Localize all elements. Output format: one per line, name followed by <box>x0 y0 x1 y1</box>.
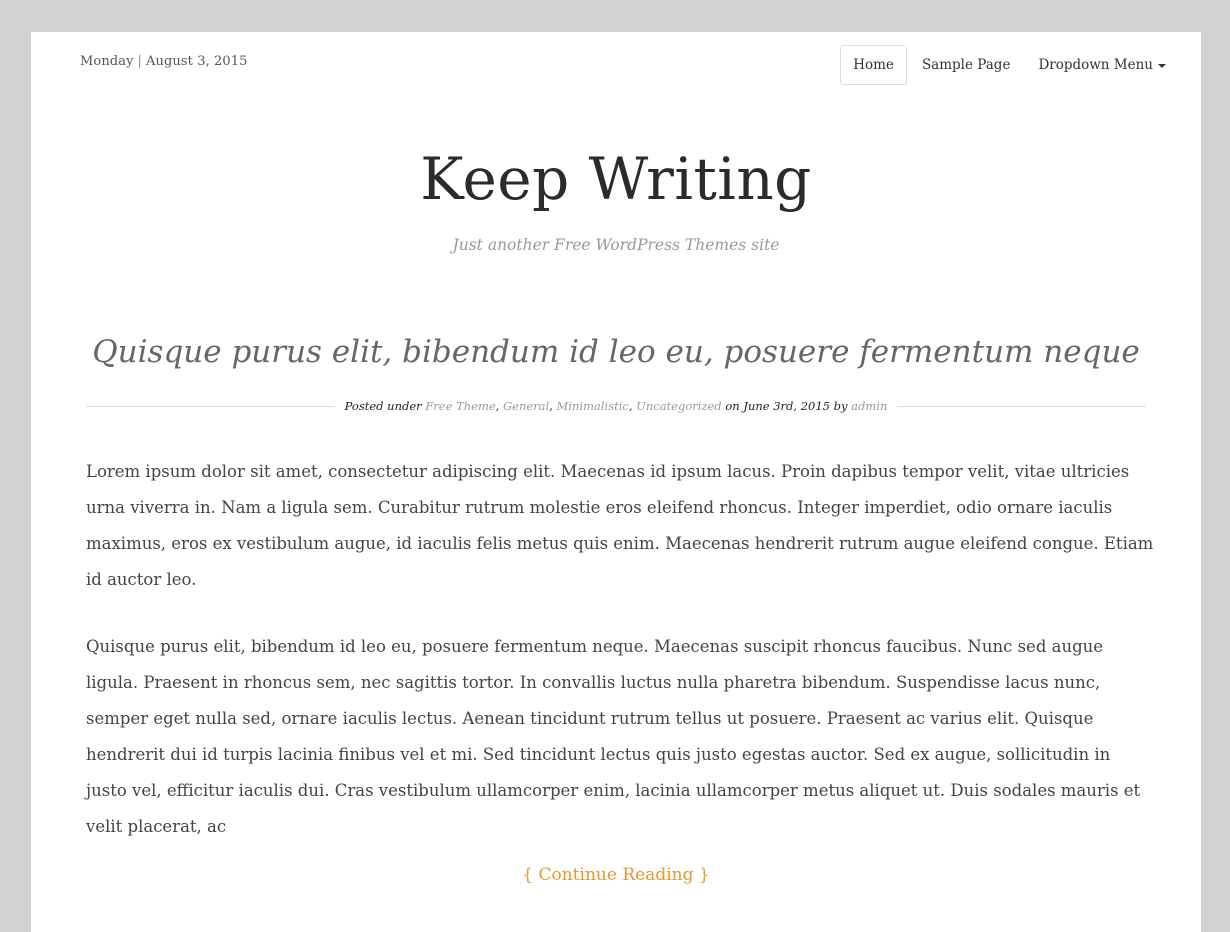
site-tagline: Just another Free WordPress Themes site <box>452 236 780 254</box>
category-link-minimalistic[interactable]: Minimalistic <box>557 399 629 413</box>
posted-under-label: Posted under <box>344 399 422 413</box>
main-nav: Home Sample Page Dropdown Menu <box>838 45 1179 85</box>
category-link-free-theme[interactable]: Free Theme <box>425 399 495 413</box>
post-paragraph: Lorem ipsum dolor sit amet, consectetur … <box>86 462 1154 589</box>
page-card: Monday | August 3, 2015 Home Sample Page D… <box>31 32 1201 932</box>
nav-item-home[interactable]: Home <box>840 45 907 85</box>
by-label: by <box>833 399 848 413</box>
category-link-general[interactable]: General <box>503 399 549 413</box>
date-separator: | <box>137 54 143 69</box>
caret-down-icon <box>1158 63 1166 68</box>
meta-divider-right <box>897 405 1146 407</box>
category-separator: , <box>628 399 633 413</box>
post-content: Lorem ipsum dolor sit amet, consectetur … <box>86 454 1156 876</box>
nav-item-dropdown-label: Dropdown Menu <box>1038 57 1153 73</box>
author-link[interactable]: admin <box>851 399 887 413</box>
post-paragraph: Quisque purus elit, bibendum id leo eu, … <box>86 637 1141 836</box>
on-label: on <box>725 399 740 413</box>
post-meta: Posted under Free Theme, General, Minima… <box>335 399 898 413</box>
post-date: June 3rd, 2015 <box>743 399 830 413</box>
nav-item-sample-page[interactable]: Sample Page <box>909 45 1024 85</box>
header-date: Monday | August 3, 2015 <box>80 54 248 69</box>
category-separator: , <box>549 399 553 413</box>
header-full-date: August 3, 2015 <box>146 54 248 69</box>
meta-divider-left <box>86 405 335 407</box>
continue-reading-link[interactable]: { Continue Reading } <box>31 865 1201 885</box>
post-meta-row: Posted under Free Theme, General, Minima… <box>86 397 1146 415</box>
post-title[interactable]: Quisque purus elit, bibendum id leo eu, … <box>31 334 1201 371</box>
site-title[interactable]: Keep Writing <box>31 150 1201 208</box>
nav-item-dropdown-menu[interactable]: Dropdown Menu <box>1025 45 1179 85</box>
category-link-uncategorized[interactable]: Uncategorized <box>636 399 722 413</box>
header-day: Monday <box>80 54 134 69</box>
category-separator: , <box>495 399 500 413</box>
